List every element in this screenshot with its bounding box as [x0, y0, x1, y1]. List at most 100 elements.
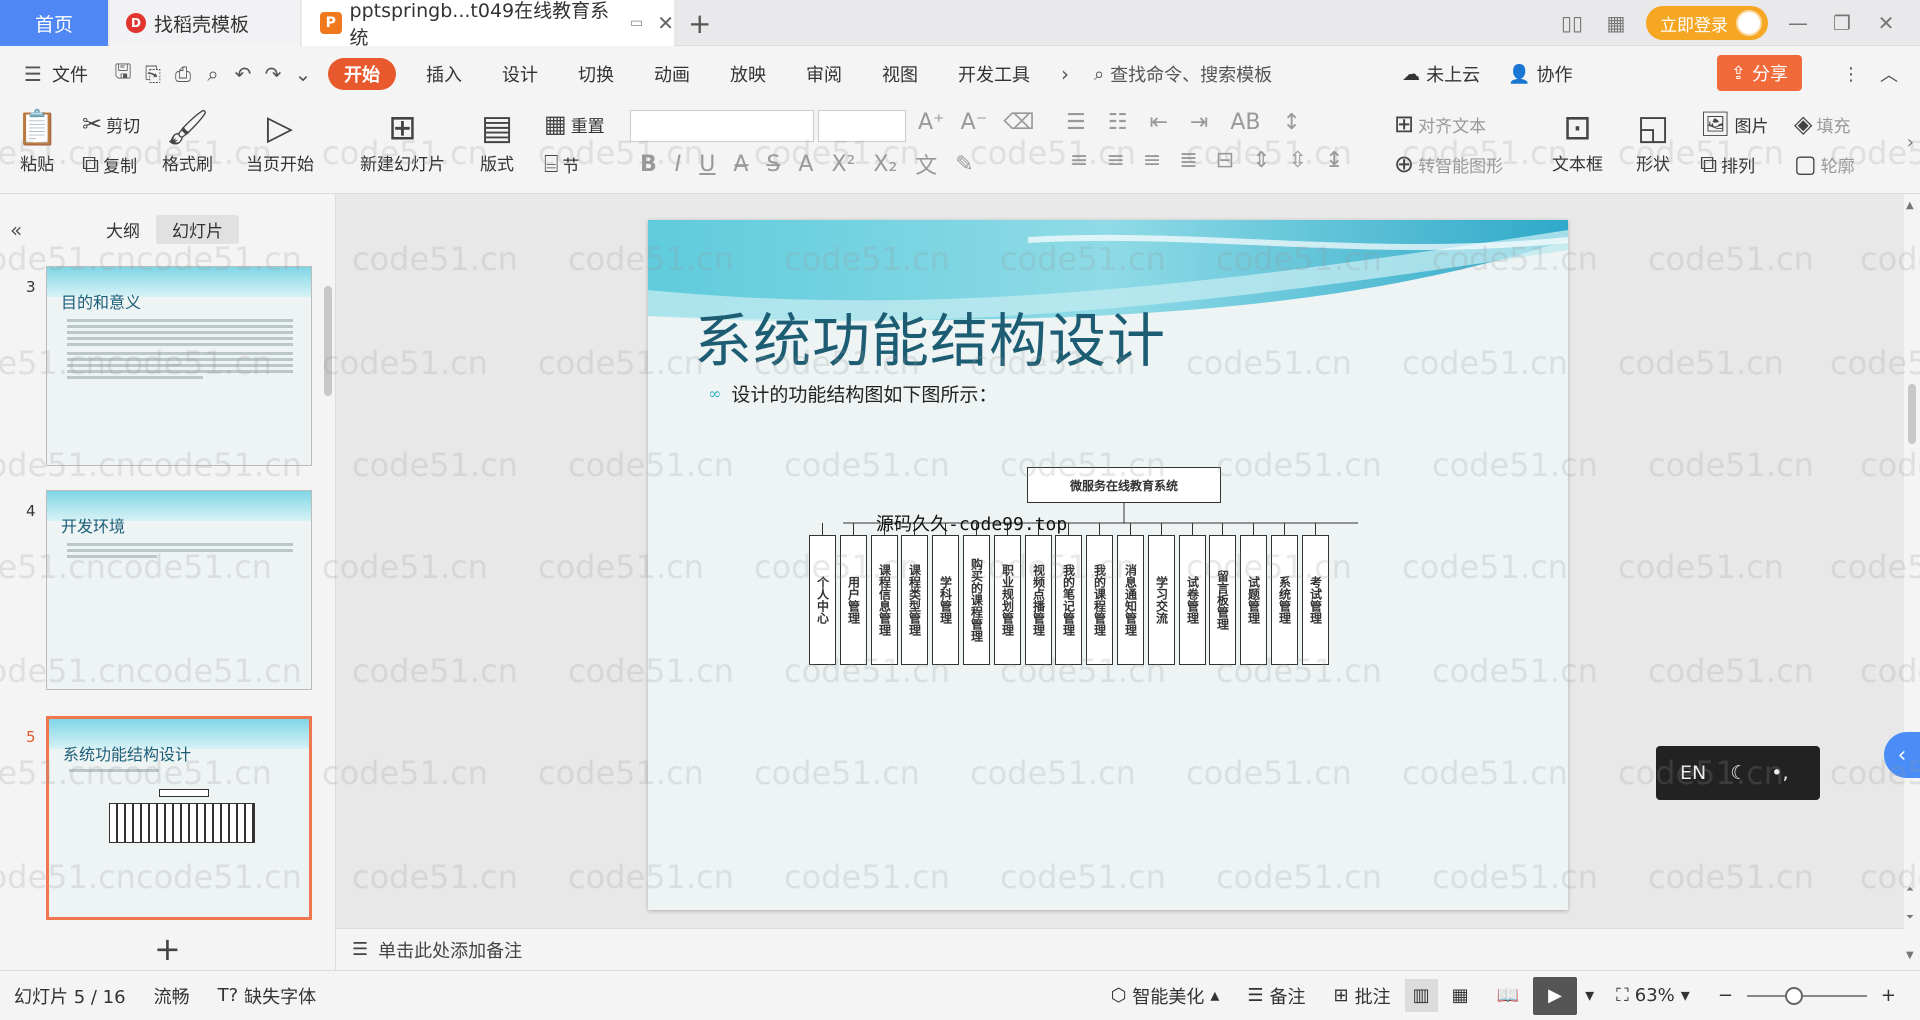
scroll-thumb[interactable]: [1908, 384, 1916, 444]
org-child-box[interactable]: 系统管理: [1271, 535, 1298, 665]
scroll-down-icon[interactable]: ▼: [1906, 950, 1914, 961]
menu-view[interactable]: 视图: [862, 61, 938, 87]
org-child-box[interactable]: 消息通知管理: [1117, 535, 1144, 665]
paragraph-spacing-icon[interactable]: ⇳: [1289, 148, 1307, 173]
reset-button[interactable]: ▦ 重置: [544, 110, 605, 138]
menu-animation[interactable]: 动画: [634, 61, 710, 87]
shape-button[interactable]: ◱ 形状: [1636, 108, 1670, 175]
slide-thumb-5[interactable]: 系统功能结构设计: [46, 716, 312, 920]
sorter-view-icon[interactable]: ▦: [1438, 985, 1483, 1006]
italic-icon[interactable]: I: [675, 152, 682, 177]
org-child-box[interactable]: 视频点播管理: [1025, 535, 1052, 665]
undo-icon[interactable]: ↶: [228, 62, 258, 86]
next-page-icon[interactable]: ⏷: [1906, 912, 1914, 923]
org-child-box[interactable]: 学习交流: [1148, 535, 1175, 665]
copy-button[interactable]: ⧉ 复制: [82, 150, 137, 178]
bold-icon[interactable]: B: [640, 152, 657, 177]
org-child-box[interactable]: 用户管理: [840, 535, 867, 665]
preview-icon[interactable]: ⌕: [198, 62, 228, 86]
ime-toolbar[interactable]: EN ☾ •,: [1656, 746, 1820, 800]
new-slide-button[interactable]: ⊞ 新建幻灯片: [360, 108, 445, 175]
smooth-mode[interactable]: 流畅: [140, 983, 204, 1009]
justify-icon[interactable]: ≣: [1179, 148, 1197, 173]
close-tab-icon[interactable]: ✕: [657, 11, 674, 35]
menu-slideshow[interactable]: 放映: [710, 61, 786, 87]
menu-transition[interactable]: 切换: [558, 61, 634, 87]
beautify-button[interactable]: ⬡ 智能美化 ▴: [1097, 983, 1234, 1009]
smart-shape-button[interactable]: ⊕ 转智能图形: [1394, 150, 1503, 178]
punctuation-icon[interactable]: •,: [1771, 762, 1788, 784]
align-text-button[interactable]: ⊞ 对齐文本: [1394, 110, 1486, 138]
underline-icon[interactable]: U: [699, 152, 715, 177]
monitor-icon[interactable]: ▭: [630, 15, 643, 31]
org-child-box[interactable]: 留言板管理: [1209, 535, 1236, 665]
clear-format-icon[interactable]: ⌫: [1003, 110, 1034, 135]
menu-review[interactable]: 审阅: [786, 61, 862, 87]
minimize-icon[interactable]: —: [1784, 11, 1812, 35]
hamburger-icon[interactable]: ☰: [18, 62, 48, 86]
close-window-icon[interactable]: ✕: [1872, 11, 1900, 35]
tab-document[interactable]: P pptspringb...t049在线教育系统 ▭ ✕: [302, 0, 674, 49]
fit-icon[interactable]: ⛶: [1616, 985, 1629, 1006]
collapse-panel-icon[interactable]: «: [10, 218, 22, 242]
zoom-out-icon[interactable]: −: [1704, 985, 1747, 1006]
picture-button[interactable]: 🖼 图片: [1700, 110, 1768, 138]
align-center-icon[interactable]: ≡: [1106, 148, 1124, 173]
org-child-box[interactable]: 课程信息管理: [871, 535, 898, 665]
notes-bar[interactable]: ☰ 单击此处添加备注: [336, 928, 1904, 970]
font-size-select[interactable]: [818, 110, 906, 142]
print-icon[interactable]: ⎙: [168, 62, 198, 86]
ribbon-scroll-right-icon[interactable]: ›: [1907, 132, 1914, 153]
tab-outline[interactable]: 大纲: [90, 215, 156, 244]
add-slide-icon[interactable]: +: [154, 930, 181, 968]
decrease-font-icon[interactable]: A⁻: [961, 110, 988, 135]
text-direction-icon[interactable]: AB: [1230, 110, 1260, 135]
outline-button[interactable]: ▢ 轮廓: [1794, 150, 1855, 178]
org-child-box[interactable]: 我的课程管理: [1086, 535, 1113, 665]
moon-icon[interactable]: ☾: [1730, 762, 1747, 784]
line-spacing-icon[interactable]: ↕: [1283, 110, 1301, 135]
zoom-in-icon[interactable]: +: [1867, 985, 1920, 1006]
org-child-box[interactable]: 职业规划管理: [994, 535, 1021, 665]
menu-start[interactable]: 开始: [328, 58, 396, 90]
org-child-box[interactable]: 考试管理: [1302, 535, 1329, 665]
tab-docer[interactable]: D 找稻壳模板: [110, 0, 300, 46]
play-options-icon[interactable]: ▾: [1577, 985, 1602, 1006]
reading-view-icon[interactable]: 📖: [1483, 985, 1533, 1006]
ime-lang[interactable]: EN: [1680, 762, 1706, 784]
menu-developer[interactable]: 开发工具: [938, 61, 1050, 87]
org-child-box[interactable]: 学科管理: [932, 535, 959, 665]
reading-mode-icon[interactable]: ▯▯: [1558, 11, 1586, 35]
play-from-current-button[interactable]: ▷ 当页开始: [246, 108, 314, 175]
collapse-ribbon-icon[interactable]: ︿: [1880, 61, 1898, 87]
menu-design[interactable]: 设计: [482, 61, 558, 87]
format-painter-button[interactable]: 🖌 格式刷: [162, 108, 213, 175]
org-child-box[interactable]: 课程类型管理: [901, 535, 928, 665]
menu-file[interactable]: 文件: [48, 61, 108, 87]
textbox-button[interactable]: ⊡ 文本框: [1552, 108, 1603, 175]
increase-indent-icon[interactable]: ⇥: [1190, 110, 1208, 135]
cloud-status[interactable]: ☁ 未上云: [1402, 61, 1480, 87]
layout-button[interactable]: ▤ 版式: [480, 108, 514, 175]
comment-button[interactable]: ⊞ 批注: [1320, 983, 1405, 1009]
arrange-button[interactable]: ⧉ 排列: [1700, 150, 1755, 178]
cut-button[interactable]: ✂ 剪切: [82, 110, 140, 138]
section-button[interactable]: ⌸ 节: [544, 150, 579, 178]
tab-slides[interactable]: 幻灯片: [156, 214, 239, 244]
redo-icon[interactable]: ↷: [258, 62, 288, 86]
normal-view-icon[interactable]: ▥: [1404, 979, 1438, 1012]
zoom-control[interactable]: ⛶ 63% ▾: [1602, 985, 1704, 1006]
canvas-scrollbar[interactable]: ▲ ⏶ ⏷ ▼: [1904, 194, 1920, 970]
export-icon[interactable]: ⎘: [138, 62, 168, 86]
scroll-up-icon[interactable]: ▲: [1906, 200, 1914, 211]
strikethrough-a-icon[interactable]: A̶: [733, 152, 748, 177]
phonetic-icon[interactable]: 文: [915, 148, 937, 180]
number-list-icon[interactable]: ☷: [1108, 110, 1128, 135]
share-button[interactable]: ⇪ 分享: [1716, 55, 1802, 91]
align-right-icon[interactable]: ≡: [1143, 148, 1161, 173]
more-menu-icon[interactable]: ⋮: [1842, 64, 1860, 85]
org-child-box[interactable]: 试卷管理: [1179, 535, 1206, 665]
prev-page-icon[interactable]: ⏶: [1906, 884, 1914, 895]
collab-button[interactable]: 👤 协作: [1508, 61, 1572, 87]
menu-insert[interactable]: 插入: [406, 61, 482, 87]
